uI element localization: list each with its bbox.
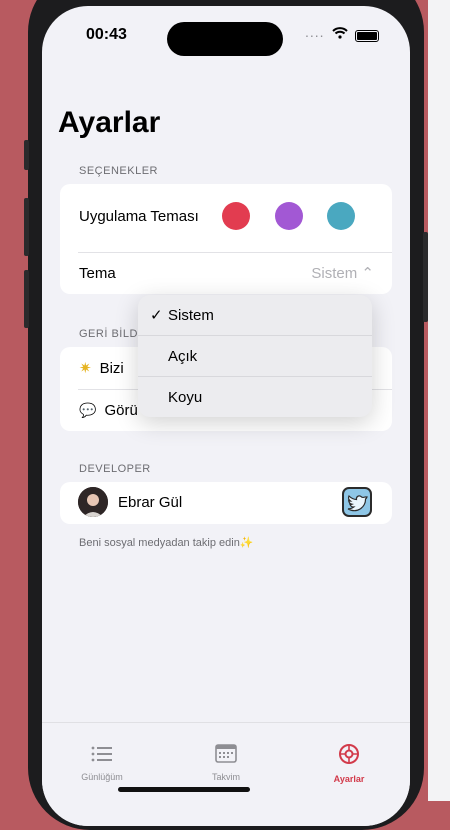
background-right-strip [428, 0, 450, 801]
calendar-icon [215, 744, 237, 763]
star-icon: ✷ [79, 360, 92, 377]
wifi-icon [332, 27, 348, 39]
section-header-options: SEÇENEKLER [79, 165, 158, 177]
options-card: Uygulama Teması Tema Sistem ⌃ [60, 184, 392, 294]
twitter-button[interactable] [342, 487, 372, 517]
chevron-up-down-icon: ⌃ [361, 265, 374, 282]
developer-card[interactable]: Ebrar Gül [60, 482, 392, 524]
power-button [423, 232, 428, 322]
theme-color-red[interactable] [222, 202, 250, 230]
menu-item-acik[interactable]: Açık [138, 336, 372, 376]
tema-label: Tema [79, 264, 116, 282]
tema-row[interactable]: Tema Sistem ⌃ [60, 252, 392, 294]
battery-icon [355, 30, 379, 42]
developer-name: Ebrar Gül [118, 494, 183, 511]
tema-picker-value[interactable]: Sistem ⌃ [311, 264, 374, 282]
menu-item-label: Açık [168, 347, 198, 365]
twitter-bird-icon [347, 494, 368, 512]
tab-ayarlar[interactable]: Ayarlar [304, 743, 394, 784]
theme-color-teal[interactable] [327, 202, 355, 230]
status-time: 00:43 [86, 26, 127, 43]
theme-dropdown-menu: ✓ Sistem Açık Koyu [138, 295, 372, 417]
page-title: Ayarlar [58, 106, 161, 139]
list-icon [91, 746, 112, 762]
tab-label: Takvim [211, 772, 240, 782]
tab-takvim[interactable]: Takvim [181, 743, 271, 782]
developer-footnote: Beni sosyal medyadan takip edin✨ [79, 537, 254, 549]
tab-bar: Günlüğüm Takvim Ayarlar [42, 722, 410, 826]
tab-gunlugum[interactable]: Günlüğüm [57, 745, 147, 782]
signal-dots: .... [305, 24, 325, 40]
tab-label: Ayarlar [333, 774, 365, 784]
app-theme-label: Uygulama Teması [79, 207, 199, 225]
menu-item-koyu[interactable]: Koyu [138, 377, 372, 417]
volume-up-button [24, 198, 29, 256]
status-bar: 00:43 .... [42, 22, 410, 56]
home-indicator [118, 787, 250, 792]
checkmark-icon: ✓ [150, 307, 163, 324]
volume-down-button [24, 270, 29, 328]
feedback-row-comment-label: Görü [104, 401, 138, 419]
settings-gear-icon [339, 744, 359, 764]
menu-item-label: Sistem [168, 306, 214, 324]
section-header-developer: DEVELOPER [79, 463, 151, 475]
feedback-row-rate-label: Bizi [99, 359, 124, 377]
theme-color-purple[interactable] [275, 202, 303, 230]
action-button [24, 140, 29, 170]
tab-label: Günlüğüm [81, 772, 123, 782]
dynamic-island [167, 22, 283, 56]
phone-screen: 00:43 .... Ayarlar SEÇENEKLER Uygulama T… [42, 6, 410, 826]
avatar [78, 487, 108, 517]
speech-bubble-icon: 💬 [79, 401, 97, 418]
menu-item-label: Koyu [168, 388, 203, 406]
section-header-feedback: GERİ BİLD [79, 328, 138, 340]
menu-item-sistem[interactable]: ✓ Sistem [138, 295, 372, 335]
